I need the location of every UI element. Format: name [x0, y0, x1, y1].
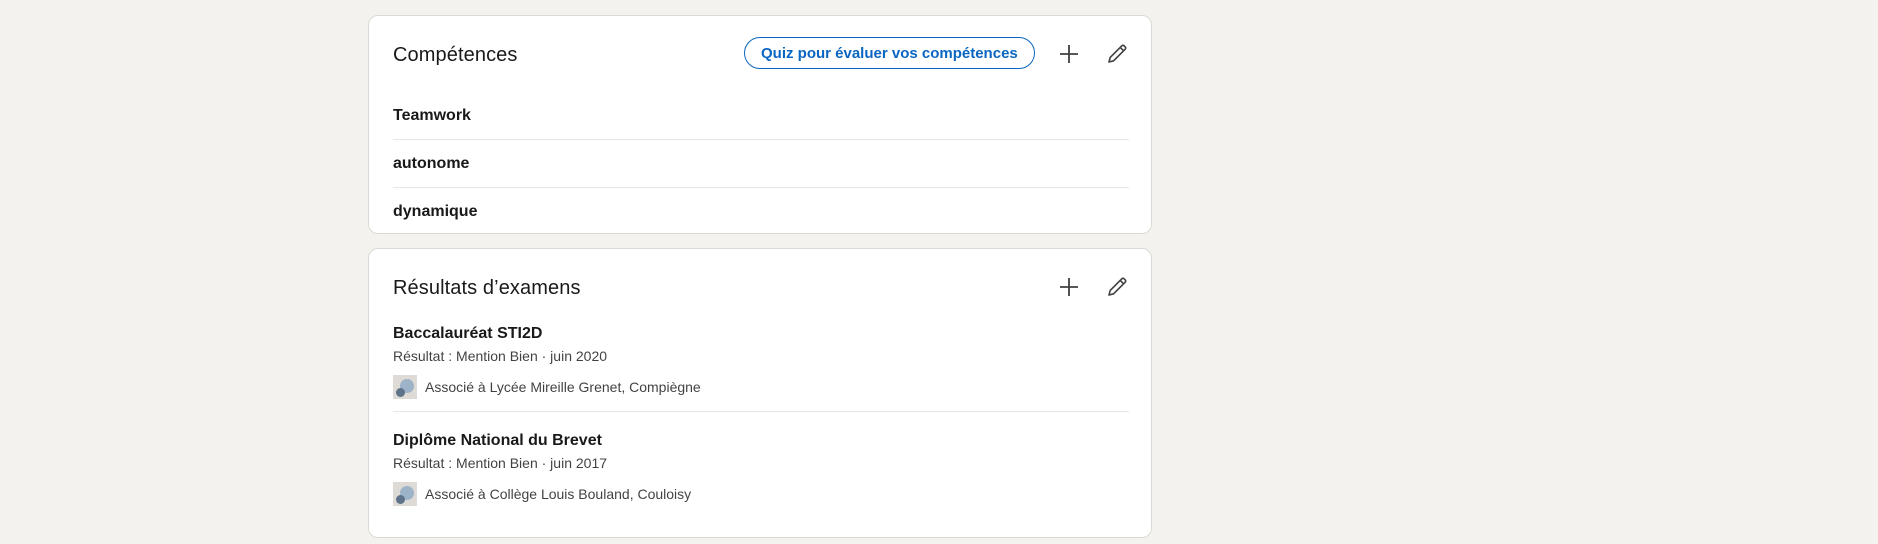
plus-icon — [1060, 45, 1078, 63]
test-scores-section-title: Résultats d’examens — [393, 277, 581, 299]
test-score-result: Résultat : Mention Bien · juin 2020 — [393, 348, 608, 364]
association-label: Associé à Lycée Mireille Grenet, Compièg… — [425, 379, 701, 395]
skill-item[interactable]: autonome — [393, 140, 1129, 188]
edit-test-scores-button[interactable] — [1101, 271, 1133, 303]
test-score-list: Baccalauréat STI2D Résultat : Mention Bi… — [393, 323, 1129, 518]
pencil-icon — [1108, 44, 1127, 63]
edit-skills-button[interactable] — [1101, 38, 1133, 70]
test-score-association[interactable]: Associé à Collège Louis Bouland, Coulois… — [393, 482, 1129, 506]
association-label: Associé à Collège Louis Bouland, Coulois… — [425, 486, 692, 502]
test-scores-section: Résultats d’examens Baccalauréat STI2D R… — [368, 248, 1152, 538]
test-score-name: Diplôme National du Brevet — [393, 432, 602, 449]
skills-section: Compétences Quiz pour évaluer vos compét… — [368, 15, 1152, 234]
skill-quiz-button[interactable]: Quiz pour évaluer vos compétences — [744, 37, 1035, 69]
plus-icon — [1060, 278, 1078, 296]
school-logo — [393, 482, 417, 506]
test-score-item: Baccalauréat STI2D Résultat : Mention Bi… — [393, 323, 1129, 412]
test-score-association[interactable]: Associé à Lycée Mireille Grenet, Compièg… — [393, 375, 1129, 399]
skill-item[interactable]: dynamique — [393, 188, 1129, 236]
skill-item[interactable]: Teamwork — [393, 92, 1129, 140]
test-score-name: Baccalauréat STI2D — [393, 325, 543, 342]
skills-section-title: Compétences — [393, 44, 518, 66]
skill-list: Teamwork autonome dynamique — [393, 92, 1129, 236]
pencil-icon — [1108, 277, 1127, 296]
add-skill-button[interactable] — [1053, 38, 1085, 70]
add-test-score-button[interactable] — [1053, 271, 1085, 303]
test-score-result: Résultat : Mention Bien · juin 2017 — [393, 455, 608, 471]
school-logo — [393, 375, 417, 399]
test-score-item: Diplôme National du Brevet Résultat : Me… — [393, 430, 1129, 518]
